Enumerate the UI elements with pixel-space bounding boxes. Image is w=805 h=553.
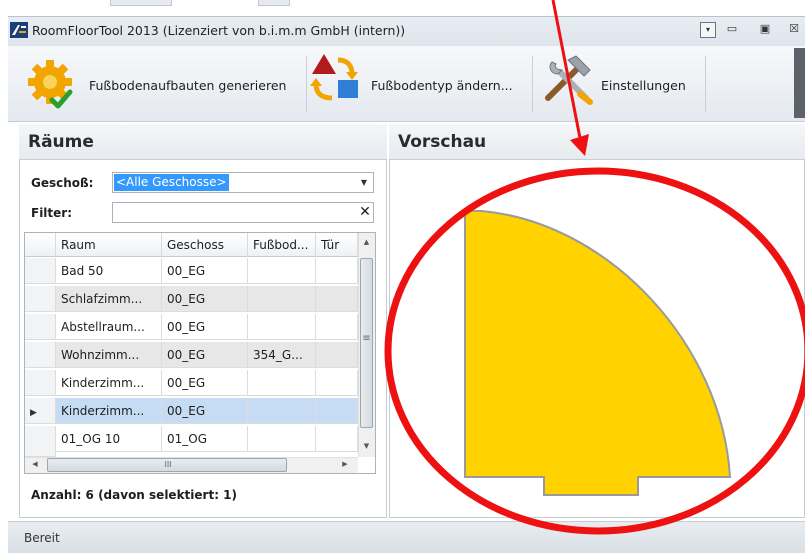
cell-fussboden xyxy=(248,286,316,312)
preview-panel-title: Vorschau xyxy=(398,132,487,152)
scroll-up-icon[interactable]: ▲ xyxy=(360,238,373,246)
shapes-swap-icon xyxy=(310,54,358,101)
cell-raum: Kinderzimm... xyxy=(56,370,162,396)
column-header-tuer[interactable]: Tür xyxy=(316,233,358,257)
change-floor-type-label: Fußbodentyp ändern... xyxy=(371,78,513,93)
generate-floor-buildups-label: Fußbodenaufbauten generieren xyxy=(89,78,287,93)
cell-fussboden xyxy=(248,426,316,452)
cell-raum: 01_OG 10 xyxy=(56,426,162,452)
cropped-tab-right xyxy=(258,0,290,6)
clear-filter-icon[interactable]: ✕ xyxy=(357,202,373,223)
table-row[interactable]: 01_OG 10 01_OG xyxy=(25,426,358,457)
scroll-down-icon[interactable]: ▼ xyxy=(360,442,373,450)
chevron-down-icon[interactable]: ▼ xyxy=(356,174,372,191)
window-menu-dropdown-button[interactable]: ▾ xyxy=(700,22,716,38)
cell-tuer xyxy=(316,258,358,284)
filter-label: Filter: xyxy=(31,206,73,220)
close-button[interactable]: ☒ xyxy=(786,22,802,38)
row-header[interactable] xyxy=(25,342,56,368)
cell-fussboden: 354_G... xyxy=(248,342,316,368)
current-row-marker-icon: ▶ xyxy=(30,408,37,418)
table-row[interactable]: Wohnzimm... 00_EG 354_G... xyxy=(25,342,358,368)
row-header[interactable] xyxy=(25,314,56,340)
cell-geschoss: 00_EG xyxy=(162,342,248,368)
cell-tuer xyxy=(316,370,358,396)
cell-geschoss: 00_EG xyxy=(162,258,248,284)
scroll-grip-icon: ≡ xyxy=(362,333,371,344)
rooms-panel-title: Räume xyxy=(28,132,94,152)
cell-tuer xyxy=(316,398,358,424)
column-header-fussboden[interactable]: Fußbod... xyxy=(248,233,316,257)
cell-geschoss: 00_EG xyxy=(162,286,248,312)
toolbar-separator xyxy=(306,56,307,112)
app-icon xyxy=(10,22,28,38)
hammer-wrench-icon xyxy=(545,55,593,105)
cell-tuer xyxy=(316,426,358,452)
cell-fussboden xyxy=(248,398,316,424)
cropped-tab-left xyxy=(110,0,172,6)
cell-geschoss: 00_EG xyxy=(162,370,248,396)
cell-raum: Bad 50 xyxy=(56,258,162,284)
row-header[interactable] xyxy=(25,286,56,312)
table-row[interactable]: Bad 50 00_EG xyxy=(25,258,358,284)
room-floor-shape xyxy=(464,208,732,496)
row-header[interactable] xyxy=(25,426,56,457)
table-row[interactable]: Abstellraum... 00_EG xyxy=(25,314,358,340)
cell-fussboden xyxy=(248,258,316,284)
row-header-corner xyxy=(25,233,56,257)
row-header[interactable]: ▶ xyxy=(25,398,56,424)
column-header-geschoss[interactable]: Geschoss xyxy=(162,233,248,257)
floor-label: Geschoß: xyxy=(31,176,94,190)
cell-geschoss: 01_OG xyxy=(162,426,248,452)
floor-select-value: <Alle Geschosse> xyxy=(114,174,229,191)
row-header[interactable] xyxy=(25,370,56,396)
scroll-right-icon[interactable]: ▶ xyxy=(340,460,350,468)
row-header[interactable] xyxy=(25,258,56,284)
cell-geschoss: 00_EG xyxy=(162,314,248,340)
cell-tuer xyxy=(316,314,358,340)
settings-label: Einstellungen xyxy=(601,78,686,93)
cell-fussboden xyxy=(248,314,316,340)
toolbar-overflow-handle[interactable] xyxy=(794,48,805,118)
toolbar-separator xyxy=(532,56,533,112)
cell-raum: Abstellraum... xyxy=(56,314,162,340)
table-row-selected[interactable]: ▶ Kinderzimm... 00_EG xyxy=(25,398,358,424)
toolbar-separator xyxy=(705,56,706,112)
table-row[interactable]: Schlafzimm... 00_EG xyxy=(25,286,358,312)
maximize-button[interactable]: ▣ xyxy=(757,22,773,38)
cell-raum: Wohnzimm... xyxy=(56,342,162,368)
scroll-grip-icon: III xyxy=(164,460,172,469)
scroll-left-icon[interactable]: ◀ xyxy=(30,460,40,468)
cell-geschoss: 00_EG xyxy=(162,398,248,424)
window-title: RoomFloorTool 2013 (Lizenziert von b.i.m… xyxy=(32,23,406,38)
cell-tuer xyxy=(316,342,358,368)
cell-tuer xyxy=(316,286,358,312)
column-header-raum[interactable]: Raum xyxy=(56,233,162,257)
room-count-label: Anzahl: 6 (davon selektiert: 1) xyxy=(31,488,237,502)
cell-raum: Kinderzimm... xyxy=(56,398,162,424)
cell-raum: Schlafzimm... xyxy=(56,286,162,312)
status-bar xyxy=(8,521,805,553)
gear-check-icon xyxy=(28,60,73,109)
table-row[interactable]: Kinderzimm... 00_EG xyxy=(25,370,358,396)
filter-input[interactable] xyxy=(112,202,374,223)
status-text: Bereit xyxy=(24,531,60,545)
cell-fussboden xyxy=(248,370,316,396)
minimize-button[interactable]: ▭ xyxy=(724,22,740,38)
